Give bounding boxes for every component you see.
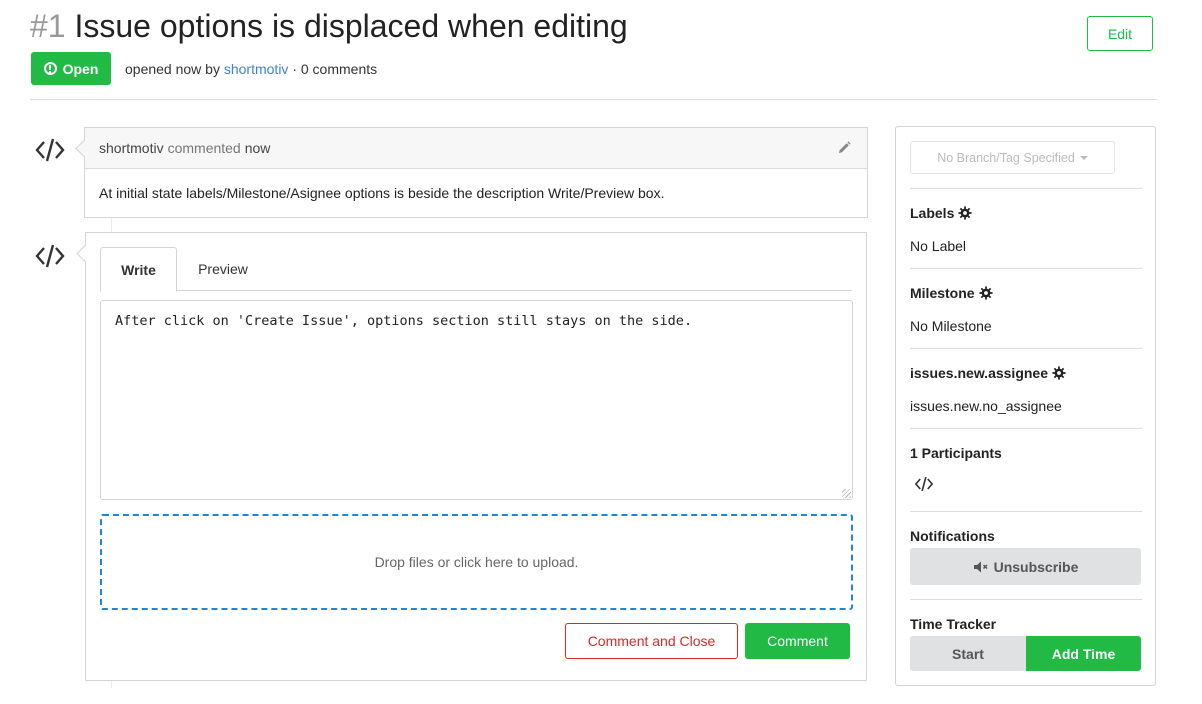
participants-heading: 1 Participants [910,445,1002,461]
editor-box: Write Preview After click on 'Create Iss… [85,232,867,681]
sidebar-divider [910,599,1142,600]
unsubscribe-button[interactable]: Unsubscribe [910,548,1141,585]
mute-icon [973,560,989,574]
comment-time: now [244,140,271,156]
notifications-heading: Notifications [910,528,995,544]
tab-write[interactable]: Write [100,247,177,292]
header-divider [30,99,1157,100]
editor-tabs: Write Preview [100,247,852,292]
upload-dropzone[interactable]: Drop files or click here to upload. [100,514,853,610]
assignee-value: issues.new.no_assignee [910,398,1062,414]
labels-heading: Labels [910,205,972,221]
alert-icon [43,62,57,75]
sidebar-divider [910,188,1142,189]
add-time-button[interactable]: Add Time [1026,636,1141,671]
issue-meta: opened now by shortmotiv · 0 comments [125,61,377,77]
code-icon[interactable] [34,242,66,270]
meta-prefix: opened now by [125,61,220,77]
meta-suffix: · 0 comments [292,61,378,77]
labels-value: No Label [910,238,967,254]
comment-and-close-button[interactable]: Comment and Close [565,623,738,659]
time-tracker-heading-text: Time Tracker [910,616,997,632]
assignee-heading-text: issues.new.assignee [910,365,1048,381]
time-tracker-heading: Time Tracker [910,616,996,632]
sidebar-divider [910,428,1142,429]
pencil-icon[interactable] [837,141,851,155]
comment-header: shortmotiv commented now [85,128,867,169]
branch-select[interactable]: No Branch/Tag Specified [910,141,1115,174]
comment-box: shortmotiv commented now At initial stat… [84,127,868,218]
milestone-heading: Milestone [910,285,993,301]
sidebar-divider [910,348,1142,349]
sidebar-divider [910,268,1142,269]
branch-placeholder: No Branch/Tag Specified [937,150,1075,165]
comment-button[interactable]: Comment [745,623,850,659]
author-link[interactable]: shortmotiv [224,61,289,77]
comment-author[interactable]: shortmotiv [99,140,164,156]
issue-title: #1 Issue options is displaced when editi… [30,8,628,45]
tab-preview[interactable]: Preview [177,247,269,291]
edit-button[interactable]: Edit [1087,16,1153,51]
resize-handle[interactable] [842,489,851,498]
code-icon[interactable] [34,136,66,164]
issue-number: #1 [30,8,66,44]
gear-icon[interactable] [1052,366,1066,380]
milestone-heading-text: Milestone [910,285,975,301]
comment-action: commented [167,140,241,156]
participants-heading-text: 1 Participants [910,445,1002,461]
status-label: Open [62,60,99,77]
caret-down-icon [1079,155,1088,160]
status-badge: Open [31,52,111,85]
issue-title-text: Issue options is displaced when editing [74,8,628,44]
unsubscribe-label: Unsubscribe [993,558,1079,575]
comment-textarea[interactable]: After click on 'Create Issue', options s… [100,300,853,500]
labels-heading-text: Labels [910,205,955,221]
gear-icon[interactable] [958,206,972,220]
comment-body: At initial state labels/Milestone/Asigne… [99,185,665,201]
sidebar-divider [910,511,1142,512]
code-icon[interactable] [914,475,934,493]
issue-sidebar: No Branch/Tag Specified Labels No Label … [895,126,1156,686]
notifications-heading-text: Notifications [910,528,995,544]
assignee-heading: issues.new.assignee [910,365,1066,381]
start-timer-button[interactable]: Start [910,636,1026,671]
milestone-value: No Milestone [910,318,992,334]
gear-icon[interactable] [979,286,993,300]
